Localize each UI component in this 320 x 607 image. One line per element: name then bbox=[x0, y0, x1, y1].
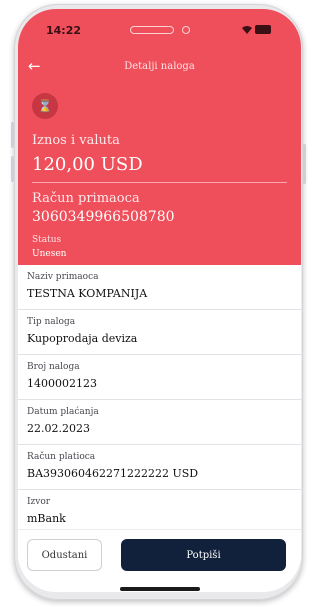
amount-value: 120,00 USD bbox=[32, 154, 143, 175]
action-footer: Odustani Potpiši bbox=[18, 529, 301, 592]
sign-button[interactable]: Potpiši bbox=[121, 539, 286, 571]
hourglass-icon: ⌛ bbox=[32, 93, 58, 119]
power-button bbox=[303, 144, 306, 184]
detail-label: Izvor bbox=[27, 497, 51, 507]
summary-panel: 14:22 ← Detalji naloga ⌛ Iznos i valuta … bbox=[18, 9, 301, 265]
recipient-account-value: 3060349966508780 bbox=[32, 209, 175, 225]
speaker-notch bbox=[130, 26, 174, 34]
detail-value: 1400002123 bbox=[27, 377, 97, 390]
status-label: Status bbox=[32, 235, 62, 245]
status-value: Unesen bbox=[32, 249, 67, 259]
detail-row-order-type: Tip naloga Kupoprodaja deviza bbox=[18, 310, 301, 355]
battery-icon bbox=[255, 25, 271, 34]
home-indicator[interactable] bbox=[120, 587, 200, 591]
detail-row-payment-date: Datum plaćanja 22.02.2023 bbox=[18, 400, 301, 445]
recipient-account-label: Račun primaoca bbox=[32, 191, 140, 206]
volume-up-button bbox=[11, 122, 14, 148]
detail-value: 22.02.2023 bbox=[27, 422, 90, 435]
detail-label: Broj naloga bbox=[27, 362, 80, 372]
details-list: Naziv primaoca TESTNA KOMPANIJA Tip nalo… bbox=[18, 265, 301, 535]
header: ← Detalji naloga bbox=[18, 57, 301, 79]
camera-dot bbox=[182, 26, 190, 34]
detail-value: Kupoprodaja deviza bbox=[27, 332, 138, 345]
detail-row-recipient-name: Naziv primaoca TESTNA KOMPANIJA bbox=[18, 265, 301, 310]
wifi-icon bbox=[241, 25, 253, 38]
detail-value: TESTNA KOMPANIJA bbox=[27, 287, 148, 300]
page-title: Detalji naloga bbox=[124, 61, 195, 72]
status-bar: 14:22 bbox=[18, 21, 301, 39]
detail-value: mBank bbox=[27, 512, 66, 525]
cancel-button[interactable]: Odustani bbox=[27, 539, 102, 571]
detail-label: Račun platioca bbox=[27, 452, 96, 462]
detail-row-order-number: Broj naloga 1400002123 bbox=[18, 355, 301, 400]
amount-label: Iznos i valuta bbox=[32, 133, 120, 148]
status-time: 14:22 bbox=[46, 24, 82, 37]
detail-row-payer-account: Račun platioca BA393060462271222222 USD bbox=[18, 445, 301, 490]
detail-label: Datum plaćanja bbox=[27, 407, 99, 417]
summary-divider bbox=[32, 182, 287, 183]
phone-screen: 14:22 ← Detalji naloga ⌛ Iznos i valuta … bbox=[18, 9, 301, 592]
detail-label: Tip naloga bbox=[27, 317, 76, 327]
detail-label: Naziv primaoca bbox=[27, 272, 99, 282]
detail-value: BA393060462271222222 USD bbox=[27, 467, 199, 480]
volume-down-button bbox=[11, 156, 14, 182]
status-icons bbox=[241, 23, 281, 35]
